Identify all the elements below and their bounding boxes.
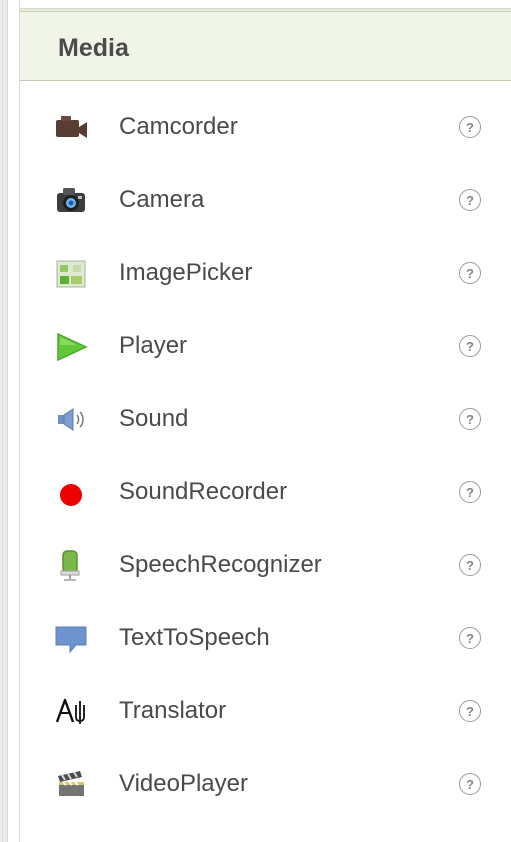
translator-icon xyxy=(53,693,89,729)
palette-item-translator[interactable]: Translator ? xyxy=(20,674,511,747)
palette-item-label: ImagePicker xyxy=(119,259,253,286)
section-title: Media xyxy=(58,34,129,62)
help-icon[interactable]: ? xyxy=(459,408,481,430)
palette-item-label: SoundRecorder xyxy=(119,478,288,505)
palette-item-speechrecognizer[interactable]: SpeechRecognizer ? xyxy=(20,528,511,601)
help-icon[interactable]: ? xyxy=(459,700,481,722)
palette-item-camcorder[interactable]: Camcorder ? xyxy=(20,90,511,163)
help-icon[interactable]: ? xyxy=(459,262,481,284)
left-rail xyxy=(0,0,8,842)
palette-item-camera[interactable]: Camera ? xyxy=(20,163,511,236)
help-icon[interactable]: ? xyxy=(459,554,481,576)
sound-icon xyxy=(53,401,89,437)
palette-item-label: VideoPlayer xyxy=(119,770,248,797)
sound-recorder-icon xyxy=(53,474,89,510)
text-to-speech-icon xyxy=(53,620,89,656)
help-icon[interactable]: ? xyxy=(459,335,481,357)
media-palette-screen: Media Camcorder ? Camera ? ImagePicker ?… xyxy=(0,0,511,842)
camera-icon xyxy=(53,182,89,218)
help-icon[interactable]: ? xyxy=(459,481,481,503)
palette-item-label: SpeechRecognizer xyxy=(119,551,322,578)
palette-item-sound[interactable]: Sound ? xyxy=(20,382,511,455)
palette-item-soundrecorder[interactable]: SoundRecorder ? xyxy=(20,455,511,528)
palette-item-videoplayer[interactable]: VideoPlayer ? xyxy=(20,747,511,820)
palette-item-label: Translator xyxy=(119,697,227,724)
palette-item-texttospeech[interactable]: TextToSpeech ? xyxy=(20,601,511,674)
help-icon[interactable]: ? xyxy=(459,627,481,649)
media-section-header[interactable]: Media xyxy=(20,11,511,81)
palette-item-player[interactable]: Player ? xyxy=(20,309,511,382)
palette-item-label: Player xyxy=(119,332,188,359)
media-component-list: Camcorder ? Camera ? ImagePicker ? Playe… xyxy=(20,90,511,820)
video-player-icon xyxy=(53,766,89,802)
palette-item-label: Camera xyxy=(119,186,205,213)
camcorder-icon xyxy=(53,109,89,145)
player-icon xyxy=(53,328,89,364)
palette-item-imagepicker[interactable]: ImagePicker ? xyxy=(20,236,511,309)
help-icon[interactable]: ? xyxy=(459,773,481,795)
palette-panel: Media Camcorder ? Camera ? ImagePicker ?… xyxy=(19,0,511,842)
palette-item-label: Camcorder xyxy=(119,113,238,140)
palette-item-label: TextToSpeech xyxy=(119,624,270,651)
image-picker-icon xyxy=(53,255,89,291)
help-icon[interactable]: ? xyxy=(459,116,481,138)
palette-item-label: Sound xyxy=(119,405,189,432)
speech-recognizer-icon xyxy=(53,547,89,583)
help-icon[interactable]: ? xyxy=(459,189,481,211)
